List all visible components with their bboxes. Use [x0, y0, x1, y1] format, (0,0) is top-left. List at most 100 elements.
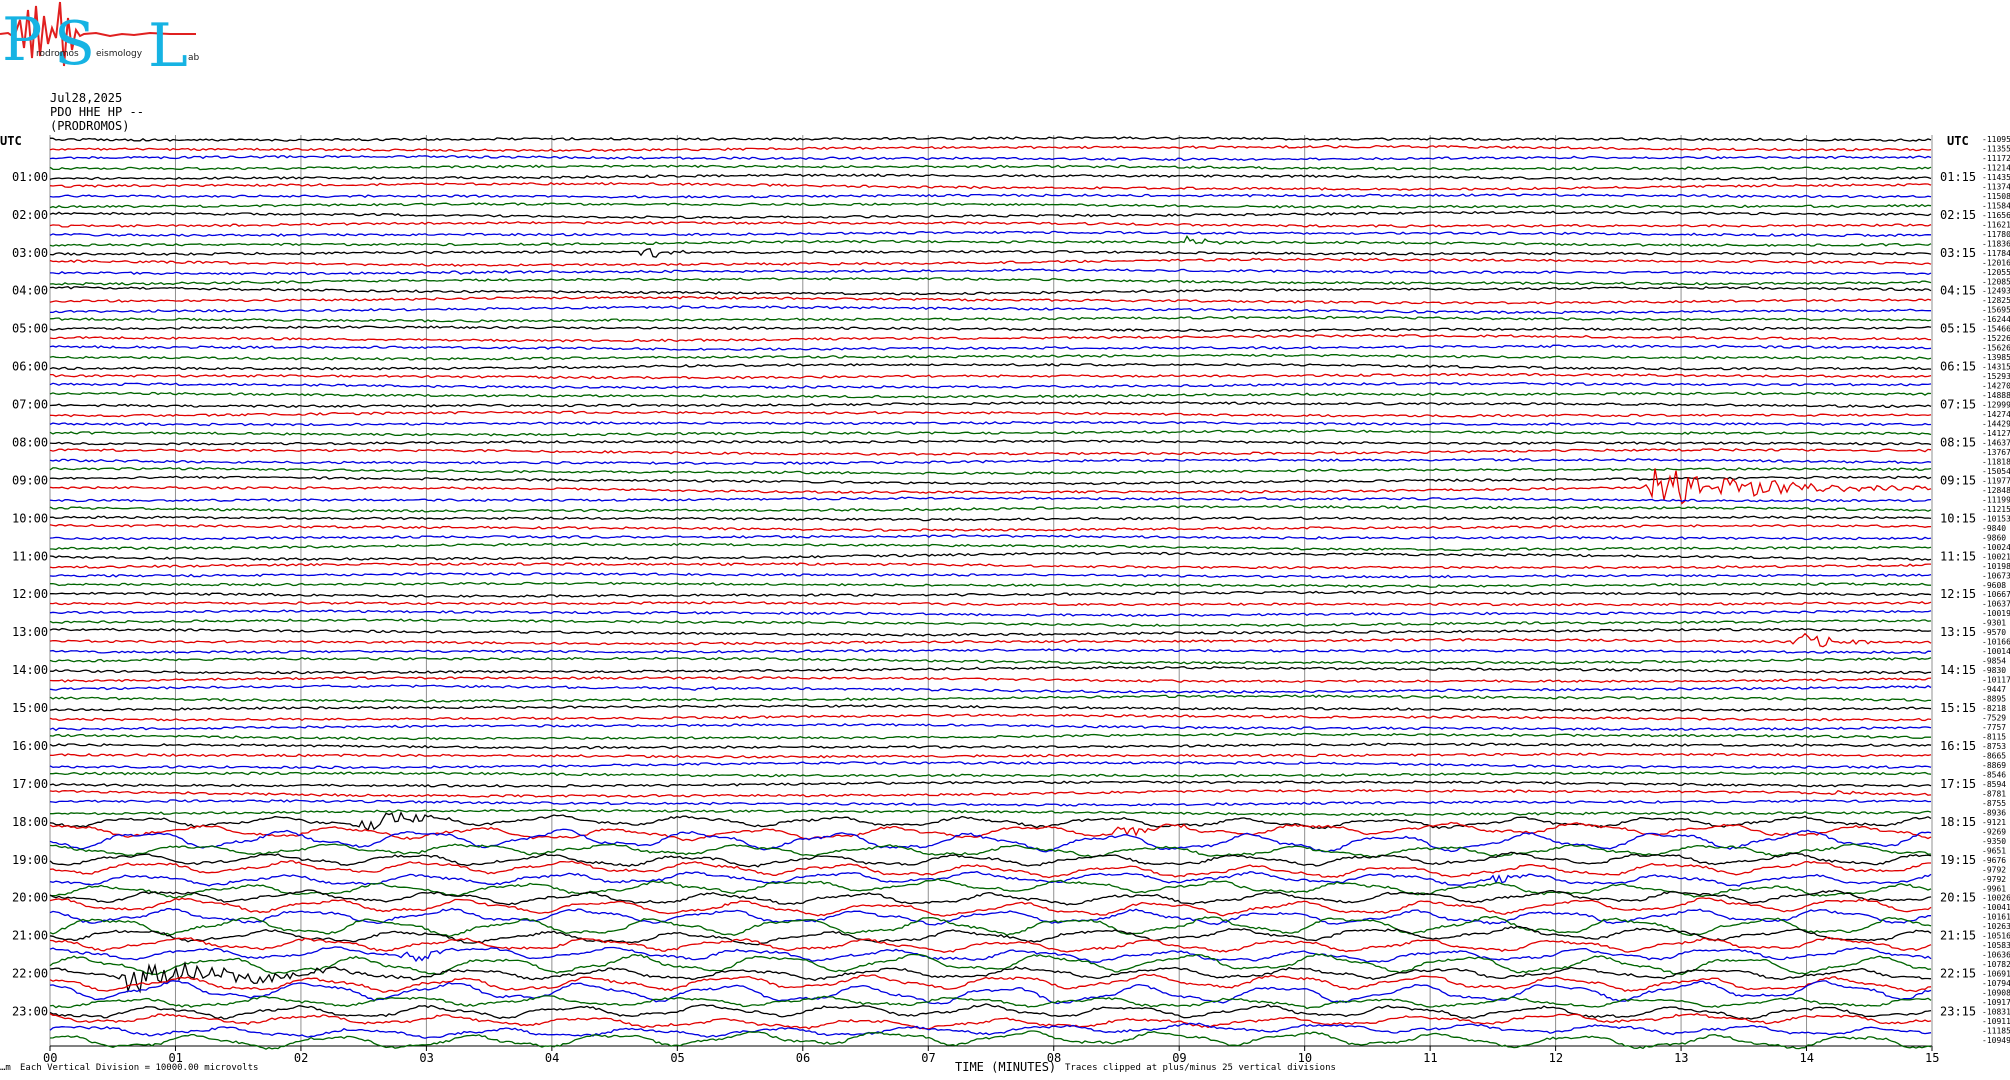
trace-offset-label: -10917: [1982, 998, 2010, 1007]
right-hour-label: 11:15: [1940, 549, 1976, 563]
right-hour-label: 14:15: [1940, 663, 1976, 677]
trace-offset-label: -12016: [1982, 258, 2010, 267]
trace-line: [49, 230, 1932, 238]
trace-offset-label: -10024: [1982, 543, 2010, 552]
trace-line: [49, 799, 1932, 807]
left-hour-label: 16:00: [12, 739, 48, 753]
trace-offset-label: -16244: [1982, 315, 2010, 324]
trace-offset-label: -14429: [1982, 420, 2010, 429]
trace-offset-label: -14637: [1982, 438, 2010, 447]
trace-line: [49, 694, 1931, 703]
trace-offset-label: -10263: [1982, 922, 2010, 931]
trace-offset-label: -9570: [1982, 628, 2006, 637]
trace-line: [49, 164, 1932, 171]
trace-line: [49, 523, 1932, 532]
x-tick-label: 02: [294, 1051, 308, 1065]
trace-line: [49, 915, 1932, 938]
trace-offset-label: -8936: [1982, 808, 2006, 817]
trace-offset-label: -13985: [1982, 353, 2010, 362]
trace-line: [49, 870, 1932, 887]
trace-line: [49, 257, 1932, 267]
right-hour-label: 23:15: [1940, 1005, 1976, 1019]
trace-offset-label: -15226: [1982, 334, 2010, 343]
trace-line: [49, 752, 1932, 759]
trace-offset-label: -7529: [1982, 714, 2006, 723]
trace-line: [49, 789, 1932, 798]
trace-line: [49, 562, 1931, 570]
trace-line: [50, 878, 1932, 899]
utc-label-right: UTC: [1947, 134, 1969, 148]
trace-line: [49, 401, 1932, 408]
right-hour-label: 10:15: [1940, 511, 1976, 525]
trace-offset-label: -9121: [1982, 818, 2006, 827]
trace-line: [49, 382, 1932, 390]
trace-offset-label: -12085: [1982, 277, 2010, 286]
right-hour-label: 17:15: [1940, 777, 1976, 791]
right-hour-label: 06:15: [1940, 360, 1976, 374]
footer-clip-note: Traces clipped at plus/minus 25 vertical…: [1065, 1063, 1336, 1073]
trace-offset-label: -10583: [1982, 941, 2010, 950]
trace-line: [49, 551, 1932, 561]
trace-offset-label: -11355: [1982, 144, 2010, 153]
trace-line: [49, 448, 1932, 456]
trace-line: [49, 656, 1932, 665]
right-hour-label: 04:15: [1940, 284, 1976, 298]
right-hour-label: 07:15: [1940, 398, 1976, 412]
trace-line: [49, 181, 1932, 191]
trace-offset-label: -11656: [1982, 211, 2010, 220]
x-tick-label: 04: [545, 1051, 559, 1065]
trace-offset-label: -9269: [1982, 827, 2006, 836]
trace-line: [49, 353, 1932, 361]
trace-offset-label: -10021: [1982, 552, 2010, 561]
trace-offset-label: -7757: [1982, 723, 2006, 732]
trace-line: [49, 780, 1932, 788]
trace-line: [49, 144, 1932, 153]
trace-offset-label: -9961: [1982, 884, 2006, 893]
trace-offset-label: -11172: [1982, 154, 2010, 163]
trace-offset-label: -11780: [1982, 230, 2010, 239]
trace-offset-label: -9676: [1982, 856, 2006, 865]
trace-line: [49, 295, 1932, 305]
right-hour-label: 09:15: [1940, 473, 1976, 487]
trace-line: [49, 713, 1932, 722]
trace-line: [49, 410, 1932, 418]
trace-offset-label: -13767: [1982, 448, 2010, 457]
trace-offset-label: -12825: [1982, 296, 2010, 305]
trace-offset-label: -11435: [1982, 173, 2010, 182]
right-hour-labels: 01:15 02:15 03:15 04:15 05:15 06:15 07:15 08:15…: [1940, 170, 1976, 1019]
trace-offset-label: -12848: [1982, 486, 2010, 495]
trace-line: [49, 1022, 1932, 1039]
trace-line: [49, 627, 1932, 637]
trace-offset-label: -8115: [1982, 733, 2006, 742]
trace-offset-label: -15695: [1982, 306, 2010, 315]
left-hour-label: 15:00: [12, 701, 48, 715]
right-hour-label: 16:15: [1940, 739, 1976, 753]
left-hour-label: 12:00: [12, 587, 48, 601]
x-tick-label: 06: [796, 1051, 810, 1065]
left-hour-label: 14:00: [12, 663, 48, 677]
trace-line: [49, 193, 1932, 199]
left-hour-label: 05:00: [12, 322, 48, 336]
trace-line: [49, 760, 1932, 770]
trace-offset-label: -11374: [1982, 182, 2010, 191]
left-hour-label: 09:00: [12, 473, 48, 487]
trace-line: [49, 420, 1932, 427]
right-hour-label: 03:15: [1940, 246, 1976, 260]
trace-offset-label: -9301: [1982, 619, 2006, 628]
x-tick-label: 11: [1423, 1051, 1437, 1065]
right-offset-labels: -11095-11355-11172-11214-11435-11374-115…: [1982, 135, 2010, 1045]
trace-offset-label: -8594: [1982, 780, 2006, 789]
trace-offset-label: -8218: [1982, 704, 2006, 713]
trace-offset-label: -12055: [1982, 268, 2010, 277]
trace-offset-label: -10636: [1982, 951, 2010, 960]
left-hour-label: 04:00: [12, 284, 48, 298]
left-hour-label: 01:00: [12, 170, 48, 184]
right-hour-label: 08:15: [1940, 435, 1976, 449]
trace-offset-label: -9350: [1982, 837, 2006, 846]
trace-line: [49, 210, 1932, 220]
trace-line: [49, 843, 1932, 859]
trace-line: [50, 268, 1932, 276]
trace-offset-label: -15293: [1982, 372, 2010, 381]
trace-offset-label: -10117: [1982, 676, 2010, 685]
trace-line: [49, 609, 1932, 617]
